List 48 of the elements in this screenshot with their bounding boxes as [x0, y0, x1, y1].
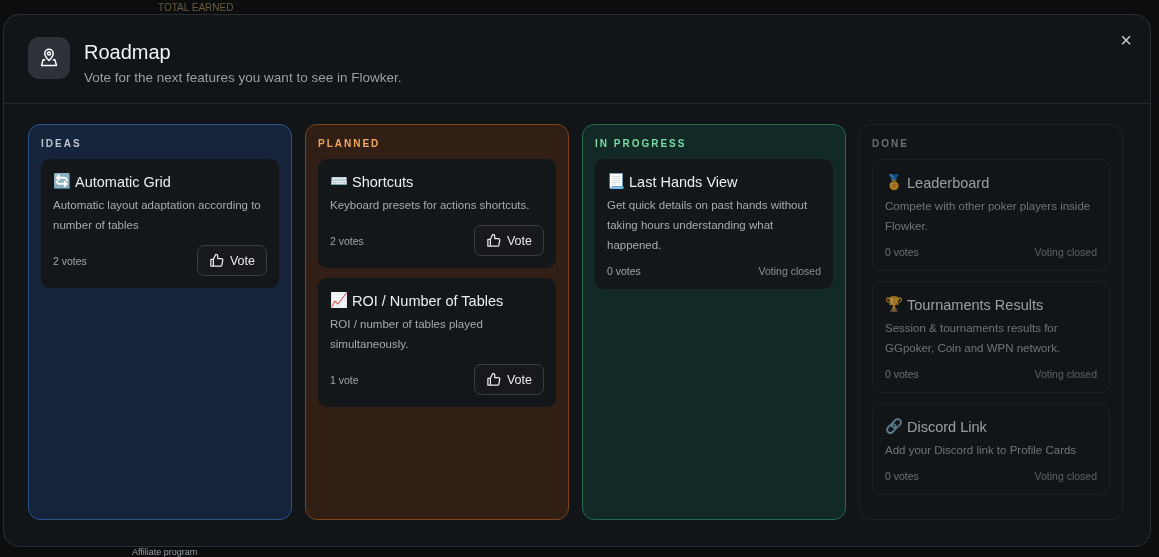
vote-count: 0 votes [607, 265, 641, 277]
column-heading: IDEAS [41, 138, 83, 149]
vote-count: 2 votes [53, 254, 87, 267]
voting-status: Voting closed [1034, 470, 1097, 482]
close-button[interactable]: × [1116, 27, 1136, 54]
feature-title: Automatic Grid [75, 173, 171, 190]
vote-count: 0 votes [885, 470, 919, 482]
vote-count: 1 vote [330, 373, 359, 386]
vote-button[interactable]: Vote [196, 245, 267, 276]
feature-description: Session & tournaments results for GGpoker, Coin and WPN network. [885, 321, 1062, 356]
column-heading: IN PROGRESS [595, 138, 688, 149]
feature-title: Discord Link [907, 418, 987, 435]
voting-status: Voting closed [1034, 246, 1097, 258]
emoji-icon: ⌨ [330, 173, 348, 190]
feature-description: ROI / number of tables played simultaneously. [330, 317, 484, 352]
dialog-subtitle: Vote for the next features you want to see in Flowker. [84, 70, 402, 85]
dialog-title: Roadmap [84, 40, 172, 65]
feature-title: ROI / Number of Tables [352, 292, 504, 309]
emoji-icon: 🏅 [885, 174, 903, 191]
feature-title: Last Hands View [629, 173, 738, 190]
feature-description: Automatic layout adaptation according to number of tables [53, 198, 262, 233]
feature-description: Add your Discord link to Profile Cards [885, 443, 1078, 458]
feature-description: Keyboard presets for actions shortcuts. [330, 198, 531, 213]
vote-button[interactable]: Vote [473, 225, 544, 256]
background-label: Affiliate program [132, 547, 198, 557]
feature-title: Shortcuts [352, 173, 414, 190]
vote-count: 0 votes [885, 368, 919, 380]
map-pin-icon [28, 37, 70, 79]
vote-button[interactable]: Vote [473, 364, 544, 395]
feature-title: Leaderboard [907, 174, 990, 191]
voting-status: Voting closed [1034, 368, 1097, 380]
thumbs-up-icon [485, 233, 501, 248]
emoji-icon: 🔄 [53, 173, 71, 190]
emoji-icon: 📈 [330, 292, 348, 309]
feature-title: Tournaments Results [907, 296, 1044, 313]
voting-status: Voting closed [758, 265, 821, 277]
thumbs-up-icon [208, 253, 224, 268]
emoji-icon: 📃 [607, 173, 625, 190]
feature-description: Compete with other poker players inside Flowker. [885, 199, 1092, 234]
column-heading: PLANNED [318, 138, 382, 149]
thumbs-up-icon [485, 372, 501, 387]
vote-count: 0 votes [885, 246, 919, 258]
vote-count: 2 votes [330, 234, 364, 247]
feature-description: Get quick details on past hands without taking hours understanding what happened. [607, 198, 809, 253]
emoji-icon: 🏆 [885, 296, 903, 313]
column-heading: DONE [872, 138, 910, 149]
background-label: TOTAL EARNED [158, 2, 234, 14]
emoji-icon: 🔗 [885, 418, 903, 435]
